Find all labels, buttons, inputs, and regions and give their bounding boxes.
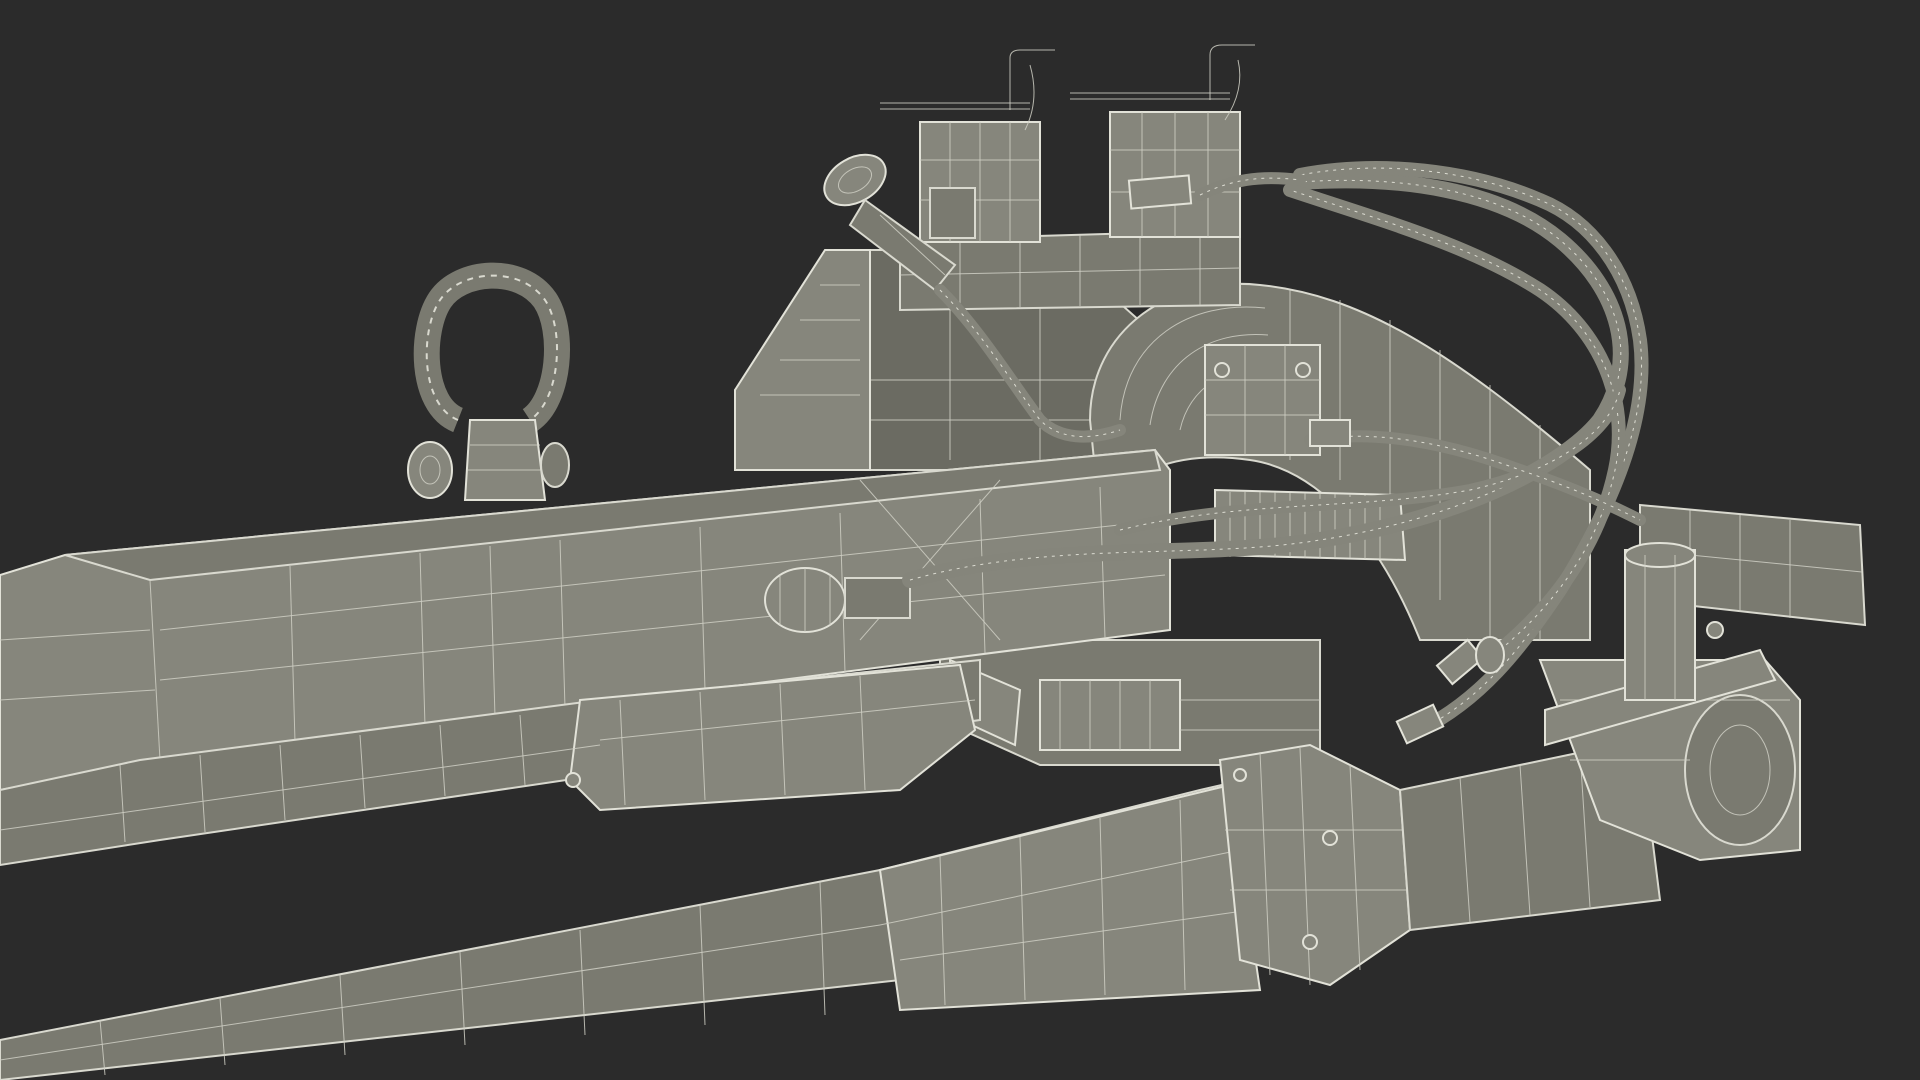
wireframe-machine-render <box>0 44 1867 1080</box>
center-bracket <box>1204 344 1321 456</box>
valve-tower-left <box>880 49 1055 243</box>
render-viewport <box>0 0 1920 1080</box>
lower-drive-housing <box>939 639 1321 766</box>
lifting-eye-shackle <box>407 262 570 501</box>
angled-side-plate <box>734 249 871 471</box>
valve-tower-right <box>1070 44 1255 238</box>
